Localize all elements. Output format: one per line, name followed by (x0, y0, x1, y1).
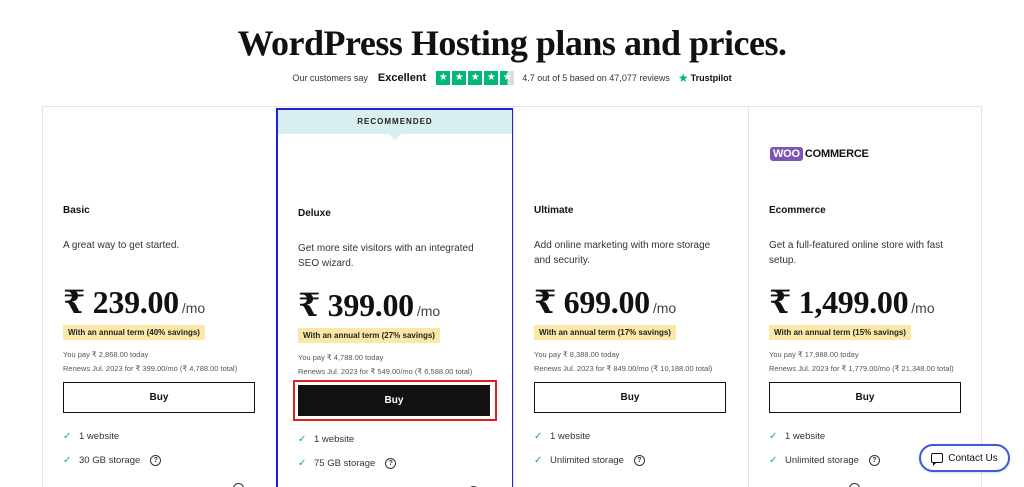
feature-item: ✓ Unlimited storage ? (534, 455, 645, 466)
savings-badge: With an annual term (17% savings) (534, 325, 676, 340)
renewal-info: Renews Jul. 2023 for ₹ 1,779.00/mo (₹ 21… (769, 364, 954, 373)
price-amount: ₹ 1,499.00 (769, 284, 909, 320)
help-icon[interactable]: ? (633, 455, 645, 466)
check-icon: ✓ (769, 455, 778, 466)
check-icon: ✓ (298, 434, 307, 445)
plan-name: Basic (63, 205, 90, 216)
savings-badge: With an annual term (40% savings) (63, 325, 205, 340)
renewal-info: Renews Jul. 2023 for ₹ 549.00/mo (₹ 6,58… (298, 367, 473, 376)
page-title: WordPress Hosting plans and prices. (237, 23, 787, 63)
pay-today: You pay ₹ 4,788.00 today (298, 353, 384, 362)
star-icon: ★ (468, 71, 483, 85)
buy-button-ultimate[interactable]: Buy (534, 382, 726, 413)
feature-label: 1 website (785, 431, 826, 442)
feature-item: ✓ 1 website (534, 431, 590, 442)
plan-price: ₹ 1,499.00 /mo (769, 283, 935, 321)
savings-badge: With an annual term (27% savings) (298, 328, 440, 343)
price-per: /mo (416, 303, 441, 319)
plan-description: Get a full-featured online store with fa… (769, 240, 943, 266)
trust-score: 4.7 out of 5 based on 47,077 reviews (522, 73, 670, 83)
feature-item: ✓ 1 website (298, 434, 354, 445)
help-icon[interactable] (849, 483, 860, 487)
pay-today: You pay ₹ 2,868.00 today (63, 350, 149, 359)
check-icon: ✓ (534, 431, 543, 442)
check-icon: ✓ (534, 455, 543, 466)
trustpilot-bar[interactable]: Our customers say Excellent ★ ★ ★ ★ ★ 4.… (0, 71, 1024, 85)
trustpilot-logo[interactable]: ★ Trustpilot (678, 72, 732, 84)
half-star-icon: ★ (500, 71, 515, 85)
pay-today: You pay ₹ 8,388.00 today (534, 350, 620, 359)
help-icon[interactable]: ? (150, 455, 162, 466)
feature-item: ✓ Unlimited storage ? (769, 455, 880, 466)
trustpilot-star-icon: ★ (677, 71, 689, 85)
feature-item: ✓ 1 website (63, 431, 119, 442)
plan-card-deluxe: RECOMMENDED Deluxe Get more site visitor… (276, 108, 514, 487)
woo-logo-mark: WOO (770, 147, 803, 161)
plan-description: A great way to get started. (63, 240, 180, 251)
pay-today: You pay ₹ 17,988.00 today (769, 350, 859, 359)
check-icon: ✓ (769, 431, 778, 442)
feature-label: 30 GB storage (79, 455, 141, 466)
help-icon[interactable]: ? (868, 455, 880, 466)
price-per: /mo (911, 300, 935, 316)
trust-stars: ★ ★ ★ ★ ★ (436, 71, 515, 85)
plan-description: Get more site visitors with an integrate… (298, 243, 474, 269)
plan-card-basic: Basic A great way to get started. ₹ 239.… (43, 107, 278, 487)
plan-card-ecommerce: WOO COMMERCE Ecommerce Get a full-featur… (748, 107, 983, 487)
feature-label: 75 GB storage (314, 458, 376, 469)
feature-item: ✓ 30 GB storage ? (63, 455, 162, 466)
price-per: /mo (652, 300, 677, 316)
trust-rating: Excellent (377, 72, 427, 84)
feature-label: Unlimited storage (785, 455, 859, 466)
commerce-logo-text: COMMERCE (804, 148, 869, 160)
feature-label: 1 website (550, 431, 591, 442)
check-icon: ✓ (63, 431, 72, 442)
plan-price: ₹ 699.00 /mo (534, 283, 676, 321)
feature-label: Unlimited storage (550, 455, 624, 466)
check-icon: ✓ (298, 458, 307, 469)
feature-label: 1 website (79, 431, 120, 442)
price-amount: ₹ 699.00 (534, 284, 650, 320)
chat-icon (931, 453, 944, 466)
plan-description: Add online marketing with more storage a… (534, 240, 711, 266)
price-per: /mo (181, 300, 206, 316)
trust-prefix: Our customers say (292, 73, 368, 83)
plan-name: Ultimate (534, 205, 574, 216)
buy-button-basic[interactable]: Buy (63, 382, 255, 413)
plan-name: Ecommerce (769, 205, 826, 216)
buy-button-ecommerce[interactable]: Buy (769, 382, 961, 413)
renewal-info: Renews Jul. 2023 for ₹ 849.00/mo (₹ 10,1… (534, 364, 713, 373)
check-icon: ✓ (63, 455, 72, 466)
woocommerce-logo: WOO COMMERCE (770, 147, 869, 161)
contact-us-label: Contact Us (948, 452, 998, 464)
plan-cards: Basic A great way to get started. ₹ 239.… (42, 106, 982, 487)
star-icon: ★ (436, 71, 451, 85)
contact-us-button[interactable]: Contact Us (919, 444, 1010, 472)
price-amount: ₹ 239.00 (63, 284, 179, 320)
plan-name: Deluxe (298, 208, 331, 219)
star-icon: ★ (452, 71, 467, 85)
star-icon: ★ (484, 71, 499, 85)
price-amount: ₹ 399.00 (298, 287, 414, 323)
savings-badge: With an annual term (15% savings) (769, 325, 911, 340)
recommended-ribbon: RECOMMENDED (278, 110, 512, 140)
plan-price: ₹ 239.00 /mo (63, 283, 205, 321)
plan-card-ultimate: Ultimate Add online marketing with more … (513, 107, 748, 487)
help-icon[interactable]: ? (385, 458, 397, 469)
trustpilot-brand: Trustpilot (690, 73, 732, 83)
buy-button-deluxe[interactable]: Buy (298, 385, 490, 416)
plan-price: ₹ 399.00 /mo (298, 286, 440, 324)
feature-item: ✓ 75 GB storage ? (298, 458, 397, 469)
feature-item: ✓ 1 website (769, 431, 825, 442)
feature-label: 1 website (314, 434, 355, 445)
help-icon[interactable] (233, 483, 244, 487)
renewal-info: Renews Jul. 2023 for ₹ 399.00/mo (₹ 4,78… (63, 364, 238, 373)
